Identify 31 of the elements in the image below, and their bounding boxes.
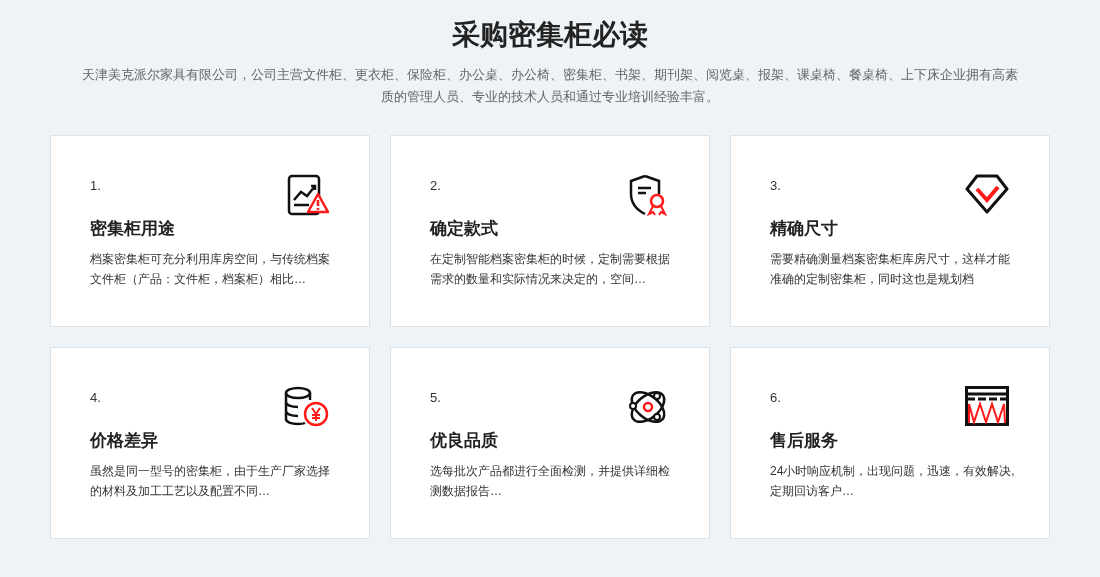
info-card[interactable]: 4. 价格差异 虽然是同一型号的密集柜，由于生产厂家选择的材料及加工工艺以及配置不同… <box>50 347 370 539</box>
card-description: 24小时响应机制，出现问题，迅速，有效解决,定期回访客户… <box>770 463 1016 500</box>
card-title: 价格差异 <box>90 430 158 452</box>
card-number: 5. <box>430 390 441 406</box>
info-card[interactable]: 2. 确定款式 在定制智能档案密集柜的时候，定制需要根据需求的数量和实际情况来决定的，空间… <box>390 135 710 327</box>
card-title: 确定款式 <box>430 218 498 240</box>
chart-warning-icon <box>287 174 329 216</box>
card-description: 虽然是同一型号的密集柜，由于生产厂家选择的材料及加工工艺以及配置不同… <box>90 463 331 500</box>
card-title: 售后服务 <box>770 430 838 452</box>
page-title: 采购密集柜必读 <box>452 18 648 52</box>
card-number: 6. <box>770 390 781 406</box>
info-card[interactable]: 5. 优良品质 选每批次产品都进行全面检测，并提供详细检测数据报告… <box>390 347 710 539</box>
card-title: 精确尺寸 <box>770 218 838 240</box>
info-card[interactable]: 6. 售后服务 24小时响应机制，出现问题，迅速，有效解决,定期回访客户… <box>730 347 1050 539</box>
info-card[interactable]: 3. 精确尺寸 需要精确测量档案密集柜库房尺寸，这样才能准确的定制密集柜，同时这也是规划档 <box>730 135 1050 327</box>
card-number: 2. <box>430 178 441 194</box>
card-number: 4. <box>90 390 101 406</box>
page-subtitle: 天津美克派尔家具有限公司，公司主营文件柜、更衣柜、保险柜、办公桌、办公椅、密集柜、书架、期刊架、阅览桌、报架、课桌椅、餐桌椅、上下床企业拥有高素质的管理人员、专业的技术人员和通过专业培训经验丰富。 <box>81 66 1019 106</box>
curtain-icon <box>965 386 1009 426</box>
card-number: 1. <box>90 178 101 194</box>
diamond-check-icon <box>965 174 1009 214</box>
card-title: 优良品质 <box>430 430 498 452</box>
coins-yen-icon <box>283 386 329 428</box>
card-description: 需要精确测量档案密集柜库房尺寸，这样才能准确的定制密集柜，同时这也是规划档 <box>770 251 1011 288</box>
card-description: 档案密集柜可充分利用库房空间，与传统档案文件柜（产品：文件柜，档案柜）相比… <box>90 251 331 288</box>
info-card[interactable]: 1. 密集柜用途 档案密集柜可充分利用库房空间，与传统档案文件柜（产品：文件柜，档案柜）相比… <box>50 135 370 327</box>
card-description: 在定制智能档案密集柜的时候，定制需要根据需求的数量和实际情况来决定的，空间… <box>430 251 671 288</box>
card-number: 3. <box>770 178 781 194</box>
card-title: 密集柜用途 <box>90 218 175 240</box>
shield-badge-icon <box>627 174 669 216</box>
card-description: 选每批次产品都进行全面检测，并提供详细检测数据报告… <box>430 463 671 500</box>
